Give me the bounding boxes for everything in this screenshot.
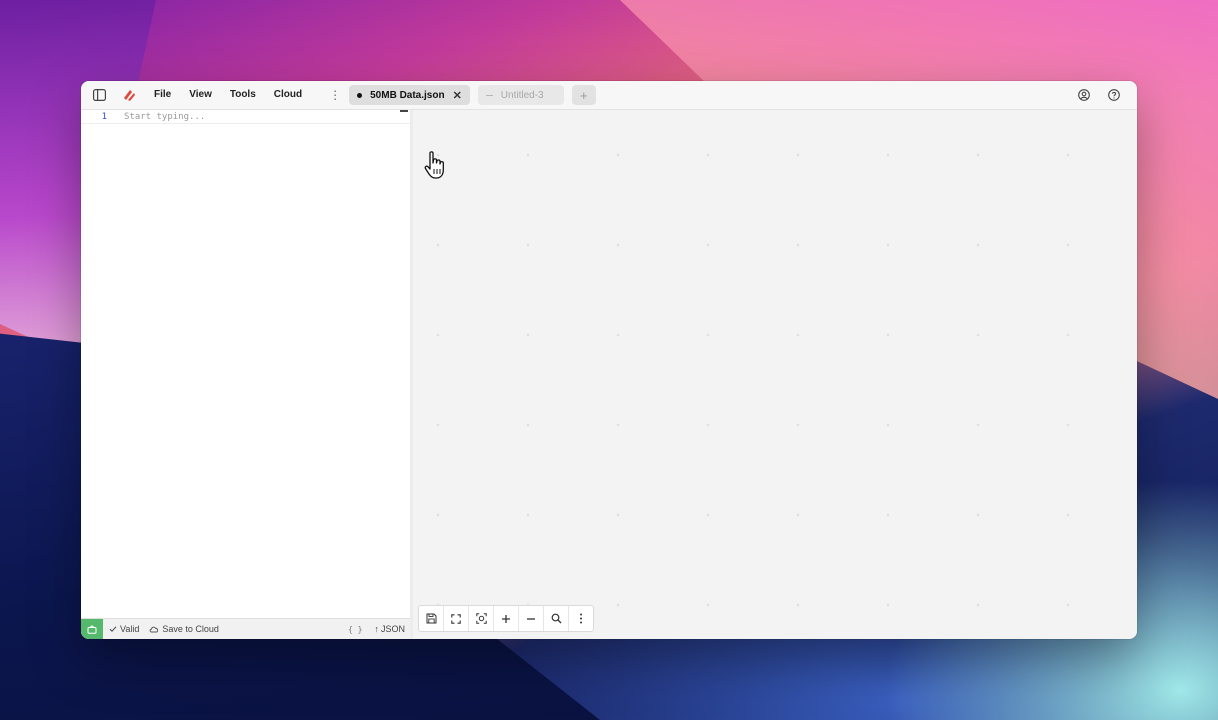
- upload-arrow-icon: ↑: [374, 624, 379, 634]
- save-to-cloud-label: Save to Cloud: [162, 624, 219, 634]
- logo-icon: [115, 81, 143, 109]
- menu-cloud[interactable]: Cloud: [265, 81, 311, 109]
- more-icon[interactable]: [569, 606, 593, 631]
- unsaved-dot-icon: [357, 92, 363, 98]
- tab-label: 50MB Data.json: [370, 89, 445, 101]
- title-bar: File View Tools Cloud ⋮ 50MB Data.json ✕…: [81, 81, 1137, 110]
- new-tab-button[interactable]: +: [571, 85, 596, 105]
- menu-view[interactable]: View: [180, 81, 221, 109]
- code-editor[interactable]: 1 Start typing...: [81, 110, 411, 639]
- status-bar: Valid Save to Cloud { } ↑ JSON: [81, 618, 410, 639]
- focus-icon[interactable]: [469, 606, 494, 631]
- format-braces[interactable]: { }: [348, 625, 362, 634]
- tab-untitled-3[interactable]: Untitled-3: [477, 85, 564, 105]
- editor-placeholder: Start typing...: [124, 112, 206, 122]
- editor-line: 1 Start typing...: [81, 111, 410, 124]
- more-icon[interactable]: ⋮: [321, 88, 349, 102]
- graph-canvas[interactable]: [413, 110, 1137, 639]
- canvas-toolbar: [418, 605, 594, 632]
- menu-tools[interactable]: Tools: [221, 81, 265, 109]
- save-to-cloud-button[interactable]: Save to Cloud: [149, 624, 219, 634]
- app-window: File View Tools Cloud ⋮ 50MB Data.json ✕…: [81, 81, 1137, 639]
- help-circle-icon[interactable]: [1099, 81, 1129, 109]
- dash-icon: [485, 94, 493, 96]
- fullscreen-icon[interactable]: [444, 606, 469, 631]
- close-icon[interactable]: ✕: [453, 89, 462, 102]
- menu-file[interactable]: File: [145, 81, 180, 109]
- scrollbar-marker: [400, 110, 408, 112]
- search-icon[interactable]: [544, 606, 569, 631]
- zoom-out-icon[interactable]: [519, 606, 544, 631]
- line-number: 1: [101, 112, 107, 122]
- live-sync-icon[interactable]: [81, 619, 103, 639]
- save-icon[interactable]: [419, 606, 444, 631]
- hand-cursor-icon: [424, 151, 450, 186]
- tab-50mb-data[interactable]: 50MB Data.json ✕: [349, 85, 470, 105]
- valid-label: Valid: [120, 624, 140, 634]
- cloud-icon: [149, 626, 159, 633]
- format-label[interactable]: JSON: [381, 624, 405, 634]
- tab-label: Untitled-3: [500, 89, 544, 101]
- check-icon: [109, 626, 117, 632]
- zoom-in-icon[interactable]: [494, 606, 519, 631]
- sidebar-icon[interactable]: [85, 81, 113, 109]
- user-circle-icon[interactable]: [1069, 81, 1099, 109]
- valid-status: Valid: [109, 624, 139, 634]
